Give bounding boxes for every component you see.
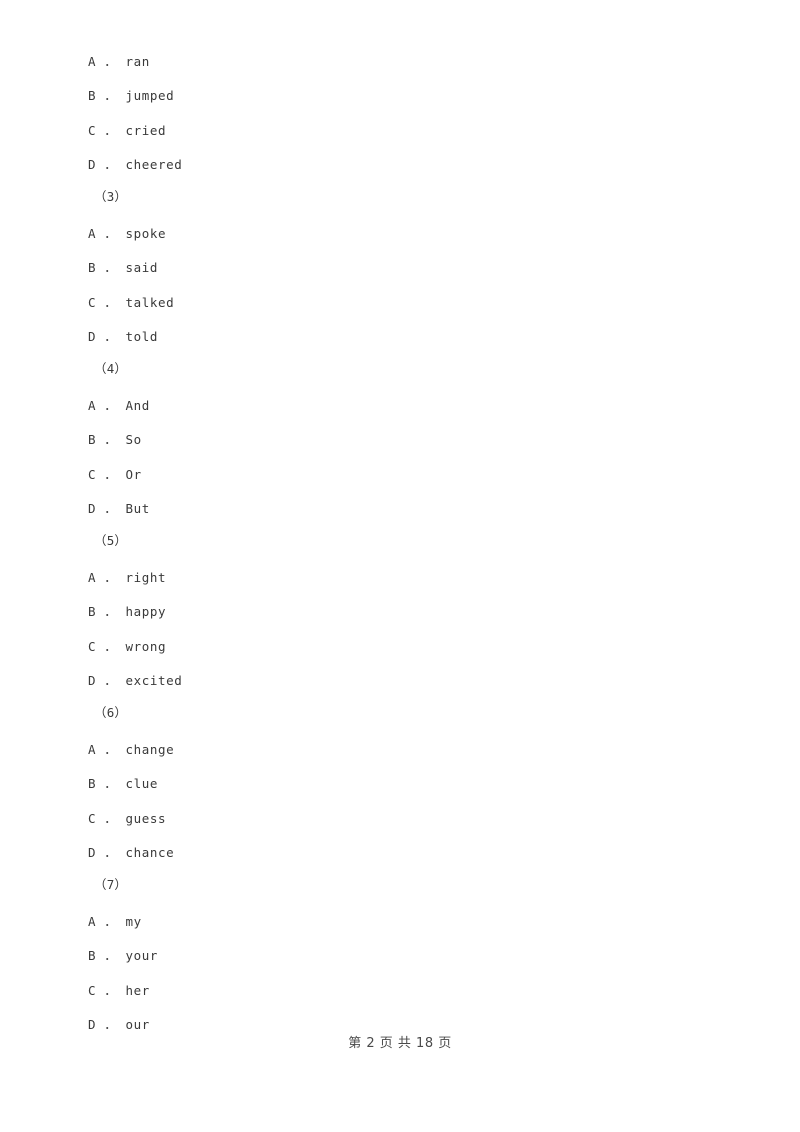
question-group-label: （4） [94,361,128,376]
answer-option: D ． chance [88,845,175,860]
answer-option: A ． ran [88,54,150,69]
answer-option: C ． cried [88,123,167,138]
document-page: A ． ran B ． jumped C ． cried D ． cheered （3）… [0,0,800,1132]
answer-option: D ． told [88,329,158,344]
answer-option: C ． talked [88,295,175,310]
answer-option: A ． my [88,914,142,929]
answer-option: B ． clue [88,776,158,791]
answer-option: B ． jumped [88,88,175,103]
answer-option: B ． happy [88,604,167,619]
question-group-label: （5） [94,533,128,548]
answer-option: D ． our [88,1017,150,1032]
answer-option: C ． wrong [88,639,167,654]
answer-option: D ． cheered [88,157,183,172]
answer-option: C ． her [88,983,150,998]
answer-option: C ． Or [88,467,142,482]
answer-option: B ． your [88,948,158,963]
answer-option: B ． said [88,260,158,275]
page-footer: 第 2 页 共 18 页 [348,1036,452,1051]
answer-option: C ． guess [88,811,167,826]
question-group-label: （3） [94,189,128,204]
answer-option: B ． So [88,432,142,447]
answer-option: A ． right [88,570,167,585]
question-group-label: （6） [94,705,128,720]
answer-option: D ． excited [88,673,183,688]
answer-option: A ． And [88,398,150,413]
answer-option: A ． change [88,742,175,757]
question-group-label: （7） [94,877,128,892]
answer-option: A ． spoke [88,226,167,241]
answer-option: D ． But [88,501,150,516]
